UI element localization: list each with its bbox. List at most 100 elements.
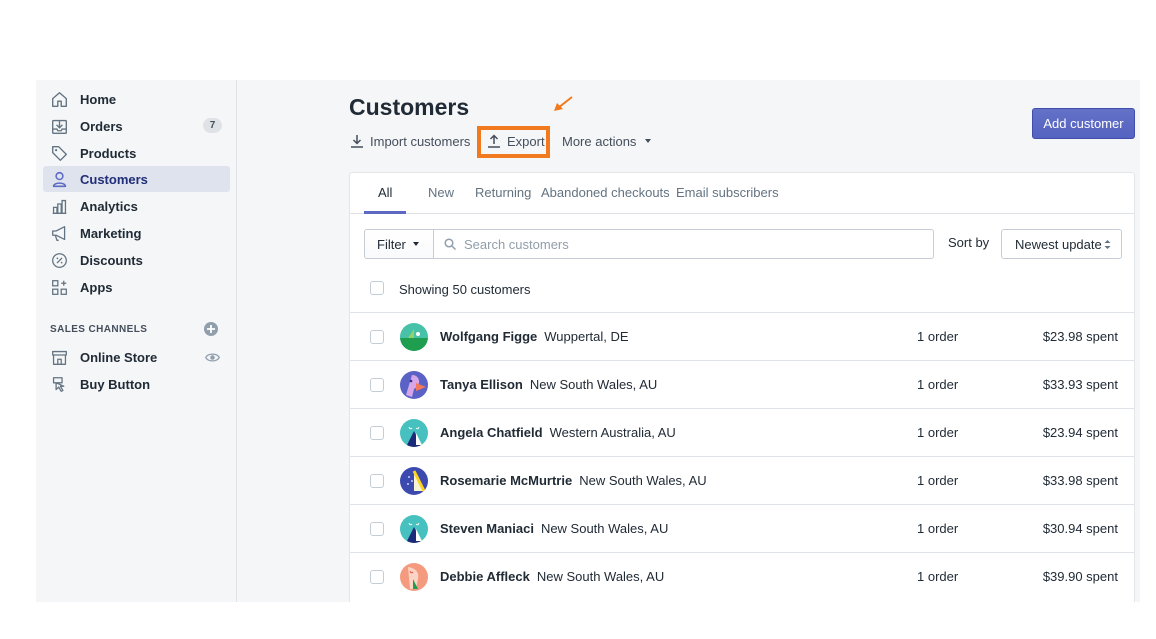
- store-icon: [50, 348, 68, 366]
- chevron-down-icon: [645, 139, 652, 143]
- person-icon: [50, 170, 68, 188]
- search-input[interactable]: Search customers: [433, 229, 934, 259]
- sidebar-item-orders[interactable]: Orders 7: [43, 113, 230, 139]
- sidebar-item-label: Orders: [80, 118, 123, 134]
- avatar: [400, 323, 428, 351]
- sidebar-item-label: Buy Button: [80, 376, 151, 392]
- row-checkbox[interactable]: [370, 474, 384, 488]
- filter-label: Filter: [377, 236, 406, 252]
- active-tab-indicator: [364, 211, 406, 214]
- sidebar-item-marketing[interactable]: Marketing: [43, 220, 230, 246]
- customer-location: New South Wales, AU: [536, 569, 665, 584]
- customer-name[interactable]: Steven Maniaci New South Wales, AU: [440, 521, 668, 536]
- order-count: 1 order: [917, 569, 959, 584]
- row-checkbox[interactable]: [370, 330, 384, 344]
- table-row[interactable]: Wolfgang Figge Wuppertal, DE 1 order $23.…: [350, 312, 1134, 360]
- discount-icon: [50, 251, 68, 269]
- sidebar-item-label: Home: [80, 91, 117, 107]
- row-checkbox[interactable]: [370, 426, 384, 440]
- customer-name[interactable]: Angela Chatfield Western Australia, AU: [440, 425, 676, 440]
- tab-abandoned-checkouts[interactable]: Abandoned checkouts: [541, 185, 670, 200]
- sales-channels-heading: SALES CHANNELS: [50, 324, 148, 335]
- sidebar-item-label: Marketing: [80, 225, 142, 241]
- download-icon: [351, 135, 363, 148]
- add-sales-channel-icon[interactable]: [204, 322, 218, 336]
- tab-all[interactable]: All: [378, 185, 392, 200]
- customer-name[interactable]: Rosemarie McMurtrie New South Wales, AU: [440, 473, 707, 488]
- sidebar-item-apps[interactable]: Apps: [43, 274, 230, 300]
- sort-value: Newest update: [1015, 236, 1102, 252]
- apps-icon: [50, 278, 68, 296]
- tab-new[interactable]: New: [428, 185, 454, 200]
- order-count: 1 order: [917, 425, 959, 440]
- tag-icon: [50, 144, 68, 162]
- tab-email-subscribers[interactable]: Email subscribers: [676, 185, 779, 200]
- sidebar-item-products[interactable]: Products: [43, 140, 230, 166]
- table-row[interactable]: Angela Chatfield Western Australia, AU 1 …: [350, 408, 1134, 456]
- chevron-down-icon: [412, 242, 419, 246]
- orders-icon: [50, 117, 68, 135]
- table-row[interactable]: Debbie Affleck New South Wales, AU 1 orde…: [350, 552, 1134, 600]
- order-count: 1 order: [917, 521, 959, 536]
- row-checkbox[interactable]: [370, 570, 384, 584]
- sidebar-item-label: Analytics: [80, 198, 138, 214]
- customer-name[interactable]: Tanya Ellison New South Wales, AU: [440, 377, 657, 392]
- sidebar-item-label: Apps: [80, 279, 113, 295]
- avatar: [400, 563, 428, 591]
- upload-icon: [488, 134, 500, 148]
- main-content: Customers Import customers Export More a…: [237, 80, 1140, 602]
- sidebar-item-analytics[interactable]: Analytics: [43, 193, 230, 219]
- more-actions-button[interactable]: More actions: [562, 132, 652, 150]
- amount-spent: $30.94 spent: [1042, 521, 1118, 536]
- showing-count: Showing 50 customers: [399, 282, 531, 297]
- amount-spent: $23.98 spent: [1042, 329, 1118, 344]
- tab-bar: All New Returning Abandoned checkouts Em…: [350, 173, 1134, 214]
- amount-spent: $33.93 spent: [1042, 377, 1118, 392]
- row-checkbox[interactable]: [370, 378, 384, 392]
- import-customers-button[interactable]: Import customers: [350, 132, 470, 150]
- search-icon: [444, 238, 456, 250]
- order-count: 1 order: [917, 473, 959, 488]
- amount-spent: $23.94 spent: [1042, 425, 1118, 440]
- avatar: [400, 419, 428, 447]
- amount-spent: $39.90 spent: [1042, 569, 1118, 584]
- tab-returning[interactable]: Returning: [475, 185, 531, 200]
- customer-name[interactable]: Debbie Affleck New South Wales, AU: [440, 569, 664, 584]
- sidebar-item-label: Customers: [80, 171, 148, 187]
- more-actions-label: More actions: [562, 133, 637, 149]
- customer-name[interactable]: Wolfgang Figge Wuppertal, DE: [440, 329, 629, 344]
- eye-icon[interactable]: [204, 350, 221, 365]
- export-label: Export: [507, 133, 545, 149]
- export-button[interactable]: Export: [487, 132, 545, 150]
- row-checkbox[interactable]: [370, 522, 384, 536]
- sidebar-item-customers[interactable]: Customers: [43, 166, 230, 192]
- sidebar-item-online-store[interactable]: Online Store: [43, 344, 230, 370]
- filter-button[interactable]: Filter: [364, 229, 434, 259]
- sort-by-label: Sort by: [948, 235, 990, 250]
- sort-arrows-icon: [1104, 240, 1111, 249]
- sidebar-item-label: Discounts: [80, 252, 143, 268]
- customers-card: All New Returning Abandoned checkouts Em…: [349, 172, 1135, 602]
- order-count: 1 order: [917, 329, 959, 344]
- table-row[interactable]: Rosemarie McMurtrie New South Wales, AU 1…: [350, 456, 1134, 504]
- select-all-checkbox[interactable]: [370, 281, 384, 295]
- sort-select[interactable]: Newest update: [1001, 229, 1122, 259]
- megaphone-icon: [50, 224, 68, 242]
- customer-location: Western Australia, AU: [549, 425, 676, 440]
- add-customer-button[interactable]: Add customer: [1032, 108, 1135, 139]
- sidebar-item-buy-button[interactable]: Buy Button: [43, 371, 230, 397]
- sidebar-item-label: Online Store: [80, 349, 158, 365]
- sidebar: Home Orders 7 Products Customers Analyti…: [36, 80, 237, 602]
- app-frame: Home Orders 7 Products Customers Analyti…: [36, 80, 1140, 602]
- order-count: 1 order: [917, 377, 959, 392]
- avatar: [400, 467, 428, 495]
- avatar: [400, 515, 428, 543]
- avatar: [400, 371, 428, 399]
- sidebar-item-home[interactable]: Home: [43, 86, 230, 112]
- table-row[interactable]: Steven Maniaci New South Wales, AU 1 orde…: [350, 504, 1134, 552]
- amount-spent: $33.98 spent: [1042, 473, 1118, 488]
- sidebar-item-discounts[interactable]: Discounts: [43, 247, 230, 273]
- table-row[interactable]: Tanya Ellison New South Wales, AU 1 order…: [350, 360, 1134, 408]
- page-title: Customers: [349, 94, 470, 120]
- customer-location: New South Wales, AU: [579, 473, 707, 488]
